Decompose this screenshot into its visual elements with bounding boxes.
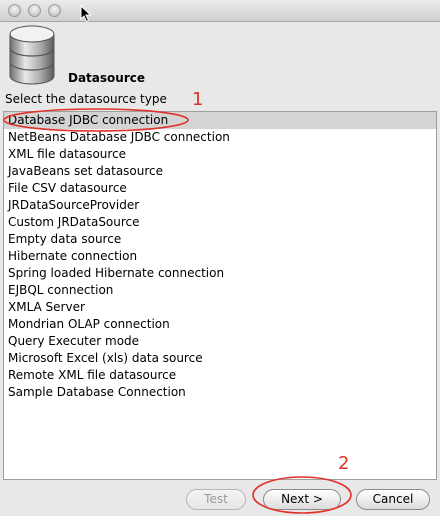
dialog-header: Datasource [0,22,440,88]
mouse-cursor-icon [80,5,92,23]
list-item[interactable]: Empty data source [4,231,436,248]
zoom-window-button[interactable] [48,4,61,17]
list-item[interactable]: Spring loaded Hibernate connection [4,265,436,282]
cancel-button[interactable]: Cancel [356,489,430,510]
list-item[interactable]: Database JDBC connection [4,112,436,129]
test-button[interactable]: Test [186,489,246,510]
list-item[interactable]: XML file datasource [4,146,436,163]
annotation-number-1: 1 [192,89,204,110]
list-item[interactable]: XMLA Server [4,299,436,316]
list-item[interactable]: NetBeans Database JDBC connection [4,129,436,146]
annotation-number-2: 2 [338,453,350,474]
list-item[interactable]: JavaBeans set datasource [4,163,436,180]
list-item[interactable]: Sample Database Connection [4,384,436,401]
list-item[interactable]: Custom JRDataSource [4,214,436,231]
close-window-button[interactable] [8,4,21,17]
list-item[interactable]: Query Executer mode [4,333,436,350]
database-icon [9,25,55,85]
list-item[interactable]: EJBQL connection [4,282,436,299]
list-item[interactable]: Mondrian OLAP connection [4,316,436,333]
datasource-type-label: Select the datasource type [5,92,167,106]
dialog-title: Datasource [68,71,145,85]
list-item[interactable]: Remote XML file datasource [4,367,436,384]
window-titlebar [0,0,440,23]
list-item[interactable]: Hibernate connection [4,248,436,265]
list-item[interactable]: File CSV datasource [4,180,436,197]
list-item[interactable]: Microsoft Excel (xls) data source [4,350,436,367]
next-button[interactable]: Next > [263,489,341,510]
minimize-window-button[interactable] [28,4,41,17]
list-item[interactable]: JRDataSourceProvider [4,197,436,214]
datasource-type-list[interactable]: Database JDBC connection NetBeans Databas… [3,111,437,480]
